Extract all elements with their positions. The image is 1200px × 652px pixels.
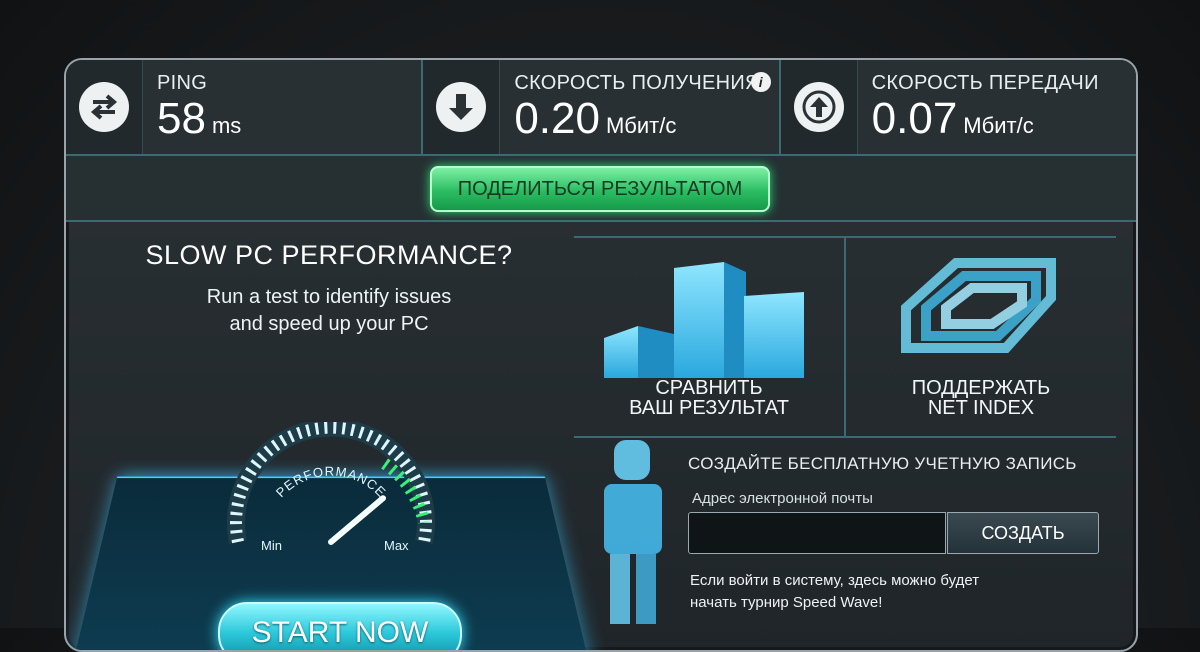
support-tile-line1: ПОДДЕРЖАТЬ: [911, 377, 1051, 399]
compare-tile-line2: ВАШ РЕЗУЛЬТАТ: [629, 397, 789, 419]
performance-gauge: PERFORMANCE Min Max: [227, 422, 435, 553]
ping-label: PING: [157, 71, 208, 94]
download-stat: СКОРОСТЬ ПОЛУЧЕНИЯ 0.20 Мбит/с i: [423, 60, 781, 154]
start-now-button[interactable]: START NOW: [218, 602, 462, 650]
download-label: СКОРОСТЬ ПОЛУЧЕНИЯ: [514, 71, 760, 94]
ping-value: 58: [157, 93, 206, 143]
ad-subtitle-line1: Run a test to identify issues: [206, 286, 452, 308]
stats-bar: PING 58 ms СКОРОСТЬ ПОЛУЧЕНИЯ 0.20 Мбит/с …: [66, 60, 1136, 156]
gauge-needle: [328, 495, 386, 545]
download-unit: Мбит/с: [605, 112, 677, 138]
ad-title: SLOW PC PERFORMANCE?: [145, 240, 513, 270]
support-tile-line2: NET INDEX: [927, 397, 1035, 419]
gauge-title: PERFORMANCE: [273, 464, 388, 501]
compare-results-tile[interactable]: СРАВНИТЬ ВАШ РЕЗУЛЬТАТ: [574, 238, 846, 436]
share-results-button[interactable]: ПОДЕЛИТЬСЯ РЕЗУЛЬТАТОМ: [430, 166, 770, 212]
gauge-min-label: Min: [261, 538, 282, 553]
speedtest-panel: PING 58 ms СКОРОСТЬ ПОЛУЧЕНИЯ 0.20 Мбит/с …: [64, 58, 1138, 652]
pc-performance-ad: SLOW PC PERFORMANCE? Run a test to ident…: [70, 222, 592, 650]
compare-tile-line1: СРАВНИТЬ: [655, 377, 763, 399]
upload-label: СКОРОСТЬ ПЕРЕДАЧИ: [871, 71, 1099, 94]
gauge-max-label: Max: [384, 538, 409, 553]
share-row: ПОДЕЛИТЬСЯ РЕЗУЛЬТАТОМ: [66, 156, 1136, 222]
ping-stat: PING 58 ms: [66, 60, 424, 154]
email-label: Адрес электронной почты: [692, 490, 873, 507]
swap-arrows-icon: [79, 82, 129, 132]
bar-chart-icon: [604, 262, 804, 378]
info-icon[interactable]: i: [750, 72, 771, 92]
download-arrow-icon: [436, 82, 487, 132]
download-value: 0.20: [514, 93, 600, 143]
person-figure-icon: [604, 440, 662, 624]
upload-stat: СКОРОСТЬ ПЕРЕДАЧИ 0.07 Мбит/с: [780, 60, 1136, 154]
signup-note: Если войти в систему, здесь можно будет …: [690, 572, 980, 611]
create-account-button[interactable]: СОЗДАТЬ: [947, 512, 1099, 554]
email-field[interactable]: [688, 512, 946, 554]
upload-arrow-icon: [793, 82, 844, 132]
svg-text:PERFORMANCE: PERFORMANCE: [273, 464, 389, 501]
net-index-logo-icon: [901, 258, 1056, 353]
support-net-index-tile[interactable]: ПОДДЕРЖАТЬ NET INDEX: [846, 238, 1116, 436]
upload-unit: Мбит/с: [963, 112, 1034, 138]
signup-title: СОЗДАЙТЕ БЕСПЛАТНУЮ УЧЕТНУЮ ЗАПИСЬ: [688, 454, 1077, 473]
upload-value: 0.07: [871, 93, 958, 143]
signup-panel: СОЗДАЙТЕ БЕСПЛАТНУЮ УЧЕТНУЮ ЗАПИСЬ Адрес…: [574, 436, 1136, 650]
action-tiles: СРАВНИТЬ ВАШ РЕЗУЛЬТАТ ПОДДЕРЖАТЬ NET INDE…: [574, 236, 1116, 438]
ad-subtitle-line2: and speed up your PC: [229, 313, 429, 335]
ping-unit: ms: [211, 112, 242, 138]
